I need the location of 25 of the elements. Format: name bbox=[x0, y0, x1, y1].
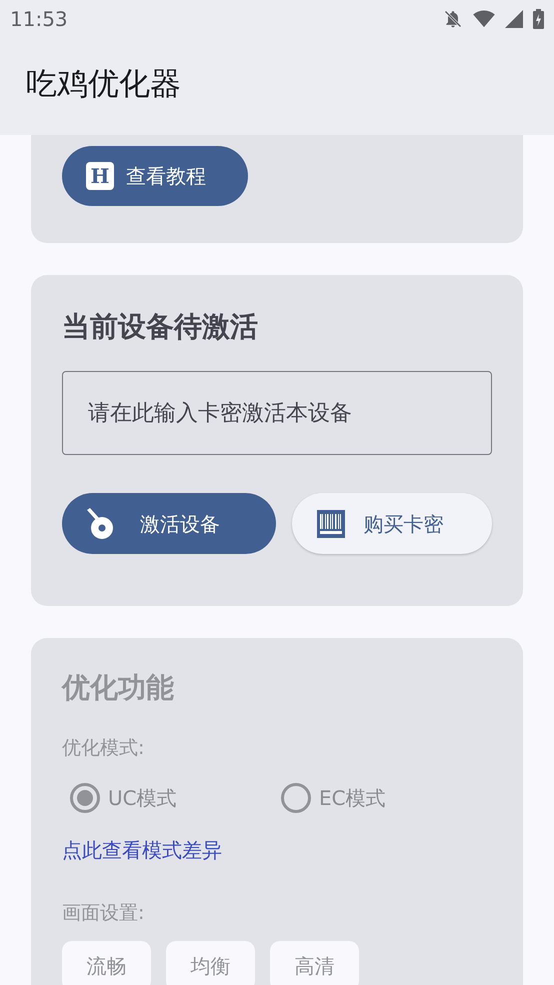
notifications-off-icon bbox=[443, 9, 463, 29]
mode-difference-link[interactable]: 点此查看模式差异 bbox=[62, 834, 492, 864]
quality-label: 画面设置: bbox=[62, 900, 146, 926]
mode-label[interactable]: UC模式 bbox=[108, 782, 177, 812]
radio-button[interactable] bbox=[281, 782, 311, 812]
signal-icon bbox=[505, 10, 523, 28]
barcode-icon bbox=[317, 510, 346, 538]
card-title: 当前设备待激活 bbox=[62, 309, 259, 345]
app-title: 吃鸡优化器 bbox=[26, 65, 181, 104]
quality-chip[interactable]: 高清 bbox=[270, 941, 359, 985]
h-logo-icon: H bbox=[86, 162, 114, 190]
mode-label[interactable]: EC模式 bbox=[319, 782, 386, 812]
quality-chip[interactable]: 流畅 bbox=[62, 941, 151, 985]
activate-button[interactable]: 激活设备 bbox=[62, 493, 276, 554]
tutorial-button[interactable]: H 查看教程 bbox=[62, 146, 248, 206]
status-time: 11:53 bbox=[10, 6, 68, 33]
mode-label: 优化模式: bbox=[62, 736, 146, 761]
radio-button[interactable] bbox=[70, 782, 100, 812]
wifi-icon bbox=[473, 10, 495, 28]
key-icon bbox=[84, 508, 114, 540]
battery-icon bbox=[533, 9, 544, 29]
card-key-input[interactable]: 请在此输入卡密激活本设备 bbox=[62, 371, 492, 455]
buy-key-button[interactable]: 购买卡密 bbox=[292, 493, 492, 554]
card-title: 优化功能 bbox=[62, 670, 175, 706]
quality-chip[interactable]: 均衡 bbox=[166, 941, 255, 985]
